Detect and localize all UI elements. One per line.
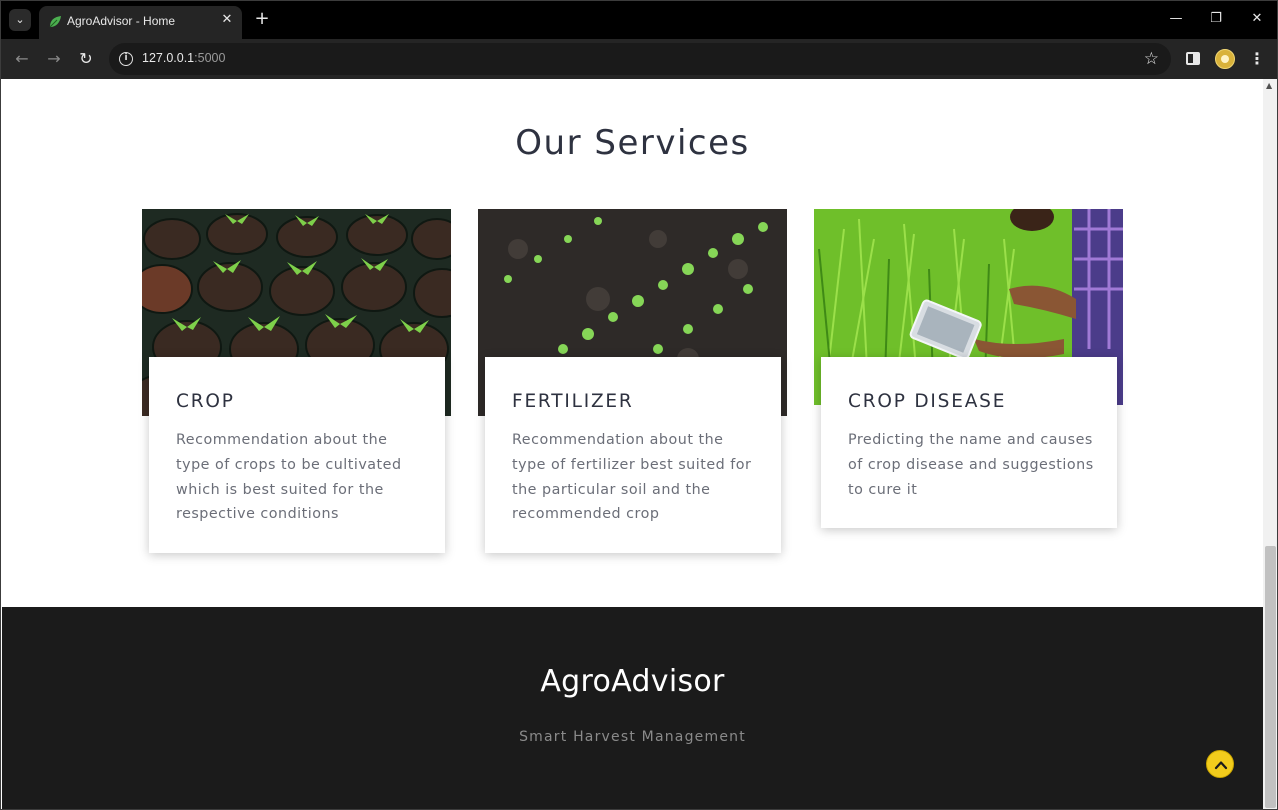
close-window-icon[interactable]: ✕ [1247, 10, 1267, 28]
new-tab-icon[interactable]: + [253, 10, 271, 28]
chevron-up-icon [1214, 761, 1228, 770]
tab-search-icon[interactable]: ⌄ [9, 9, 31, 31]
more-menu-icon[interactable]: ⋮ [1249, 48, 1265, 70]
page-scrollbar[interactable]: ▲ [1263, 79, 1277, 809]
close-tab-icon[interactable]: ✕ [219, 12, 235, 28]
site-info-icon[interactable]: i [119, 52, 133, 66]
url-host: 127.0.0.1 [142, 51, 195, 65]
fertilizer-card[interactable]: FERTILIZER Recommendation about the type… [485, 357, 781, 553]
page-viewport: Our Services CROP Recommendation about t… [2, 79, 1263, 809]
card-description: Recommendation about the type of crops t… [176, 432, 402, 523]
scrollbar-thumb[interactable] [1265, 546, 1276, 808]
address-bar[interactable]: i 127.0.0.1:5000 ☆ [109, 43, 1171, 75]
reload-icon[interactable]: ↻ [75, 48, 97, 70]
bookmark-star-icon[interactable]: ☆ [1144, 48, 1159, 70]
url-port: :5000 [194, 51, 226, 65]
back-icon[interactable]: ← [11, 48, 33, 70]
browser-toolbar: ← → ↻ i 127.0.0.1:5000 ☆ ⋮ [1, 39, 1277, 79]
scroll-up-arrow-icon[interactable]: ▲ [1266, 82, 1272, 90]
side-panel-icon[interactable] [1186, 52, 1200, 65]
tab-title: AgroAdvisor - Home [67, 14, 176, 28]
card-description: Recommendation about the type of fertili… [512, 432, 752, 523]
forward-icon[interactable]: → [43, 48, 65, 70]
crop-card[interactable]: CROP Recommendation about the type of cr… [149, 357, 445, 553]
services-heading: Our Services [515, 123, 750, 163]
browser-window: ⌄ AgroAdvisor - Home ✕ + — ❐ ✕ ← → ↻ i 1… [0, 0, 1278, 810]
profile-avatar[interactable] [1215, 49, 1235, 69]
leaf-icon [49, 16, 61, 28]
footer-tagline: Smart Harvest Management [519, 729, 746, 745]
restore-icon[interactable]: ❐ [1206, 10, 1226, 28]
crop-disease-card[interactable]: CROP DISEASE Predicting the name and cau… [821, 357, 1117, 528]
minimize-icon[interactable]: — [1166, 10, 1186, 28]
url-text[interactable]: 127.0.0.1:5000 [142, 51, 225, 65]
back-to-top-button[interactable] [1206, 750, 1234, 778]
card-title: CROP DISEASE [848, 391, 1007, 412]
card-title: CROP [176, 391, 235, 412]
card-title: FERTILIZER [512, 391, 634, 412]
tab-strip: ⌄ AgroAdvisor - Home ✕ + — ❐ ✕ [1, 1, 1277, 39]
card-description: Predicting the name and causes of crop d… [848, 432, 1094, 498]
footer-brand: AgroAdvisor [540, 664, 725, 699]
browser-tab[interactable]: AgroAdvisor - Home ✕ [39, 6, 242, 39]
footer: AgroAdvisor Smart Harvest Management [2, 607, 1263, 809]
